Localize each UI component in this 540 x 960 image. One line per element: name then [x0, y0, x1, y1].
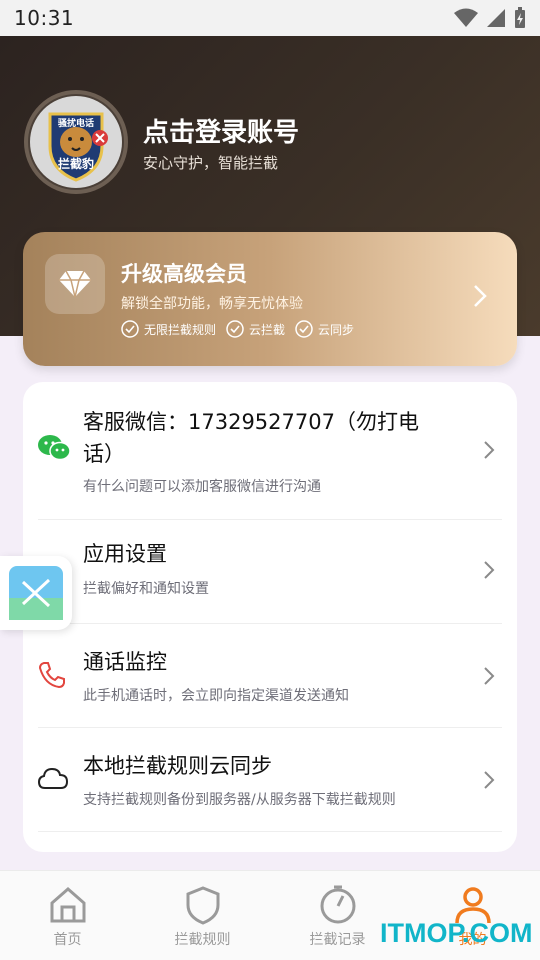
- timer-icon: [320, 885, 355, 924]
- vip-feature: 云同步: [295, 320, 354, 338]
- chevron-right-icon: [484, 667, 495, 685]
- tab-label: 拦截记录: [309, 932, 366, 948]
- chevron-right-icon: [484, 561, 495, 579]
- menu-item-desc: 拦截偏好和通知设置: [83, 581, 209, 597]
- vip-feature-label: 云拦截: [249, 322, 286, 337]
- shield-icon: [186, 886, 219, 925]
- login-account-title[interactable]: 点击登录账号: [143, 112, 299, 149]
- system-icons: [454, 7, 526, 29]
- check-circle-icon: [121, 320, 139, 338]
- menu-item-desc: 此手机通话时，会立即向指定渠道发送通知: [83, 688, 349, 704]
- floating-assistant-button[interactable]: [0, 556, 72, 630]
- cloud-icon: [37, 767, 69, 789]
- menu-item-desc: 有什么问题可以添加客服微信进行沟通: [83, 479, 321, 495]
- vip-title: 升级高级会员: [121, 262, 247, 286]
- login-subtitle: 安心守护，智能拦截: [143, 154, 279, 172]
- wechat-icon: [38, 435, 71, 461]
- chevron-right-icon: [484, 771, 495, 789]
- menu-item-title: 通话监控: [83, 650, 167, 674]
- vip-feature-label: 无限拦截规则: [144, 322, 217, 337]
- vip-subtitle: 解锁全部功能，畅享无忧体验: [121, 296, 303, 312]
- menu-item-title: 应用设置: [83, 542, 167, 566]
- watermark: ITMOP.COM: [380, 918, 533, 948]
- menu-item-title: 本地拦截规则云同步: [83, 754, 272, 778]
- wifi-icon: [454, 8, 478, 27]
- floating-widget-icon: [9, 566, 63, 620]
- diamond-icon: [59, 270, 91, 298]
- chevron-right-icon: [474, 285, 487, 307]
- divider: [38, 831, 502, 832]
- vip-features: 无限拦截规则 云拦截 云同步: [121, 320, 354, 338]
- vip-upgrade-card[interactable]: 升级高级会员 解锁全部功能，畅享无忧体验 无限拦截规则 云拦截 云同步: [23, 232, 517, 366]
- avatar-badge-top: 骚扰电话: [58, 117, 94, 129]
- vip-feature: 云拦截: [226, 320, 285, 338]
- tab-label: 首页: [53, 932, 82, 948]
- avatar[interactable]: 骚扰电话 拦截豹: [24, 90, 128, 194]
- settings-menu-card: 客服微信：17329527707（勿打电 话） 有什么问题可以添加客服微信进行沟…: [23, 382, 517, 852]
- avatar-badge-bottom: 拦截豹: [58, 156, 94, 171]
- status-time: 10:31: [14, 6, 75, 30]
- home-icon: [50, 887, 85, 923]
- menu-item-call-monitor[interactable]: 通话监控 此手机通话时，会立即向指定渠道发送通知: [23, 624, 517, 728]
- tab-block-rules[interactable]: 拦截规则: [135, 871, 270, 960]
- menu-item-title: 客服微信：17329527707（勿打电: [83, 410, 419, 434]
- chevron-right-icon: [484, 441, 495, 459]
- status-bar: 10:31: [0, 0, 540, 36]
- signal-icon: [487, 9, 505, 27]
- menu-item-desc: 支持拦截规则备份到服务器/从服务器下载拦截规则: [83, 792, 396, 808]
- leopard-shield-logo: 骚扰电话 拦截豹: [30, 96, 122, 188]
- menu-item-cloud-sync[interactable]: 本地拦截规则云同步 支持拦截规则备份到服务器/从服务器下载拦截规则: [23, 728, 517, 832]
- vip-feature: 无限拦截规则: [121, 320, 216, 338]
- menu-item-app-settings[interactable]: 应用设置 拦截偏好和通知设置: [23, 520, 517, 624]
- check-circle-icon: [226, 320, 244, 338]
- menu-item-wechat[interactable]: 客服微信：17329527707（勿打电 话） 有什么问题可以添加客服微信进行沟…: [23, 382, 517, 518]
- vip-feature-label: 云同步: [318, 322, 355, 337]
- battery-icon: [515, 7, 525, 28]
- tab-label: 拦截规则: [174, 932, 231, 948]
- tab-home[interactable]: 首页: [0, 871, 135, 960]
- phone-icon: [38, 662, 65, 689]
- vip-badge: [45, 254, 105, 314]
- menu-item-title-line2: 话）: [83, 442, 125, 466]
- check-circle-icon: [295, 320, 313, 338]
